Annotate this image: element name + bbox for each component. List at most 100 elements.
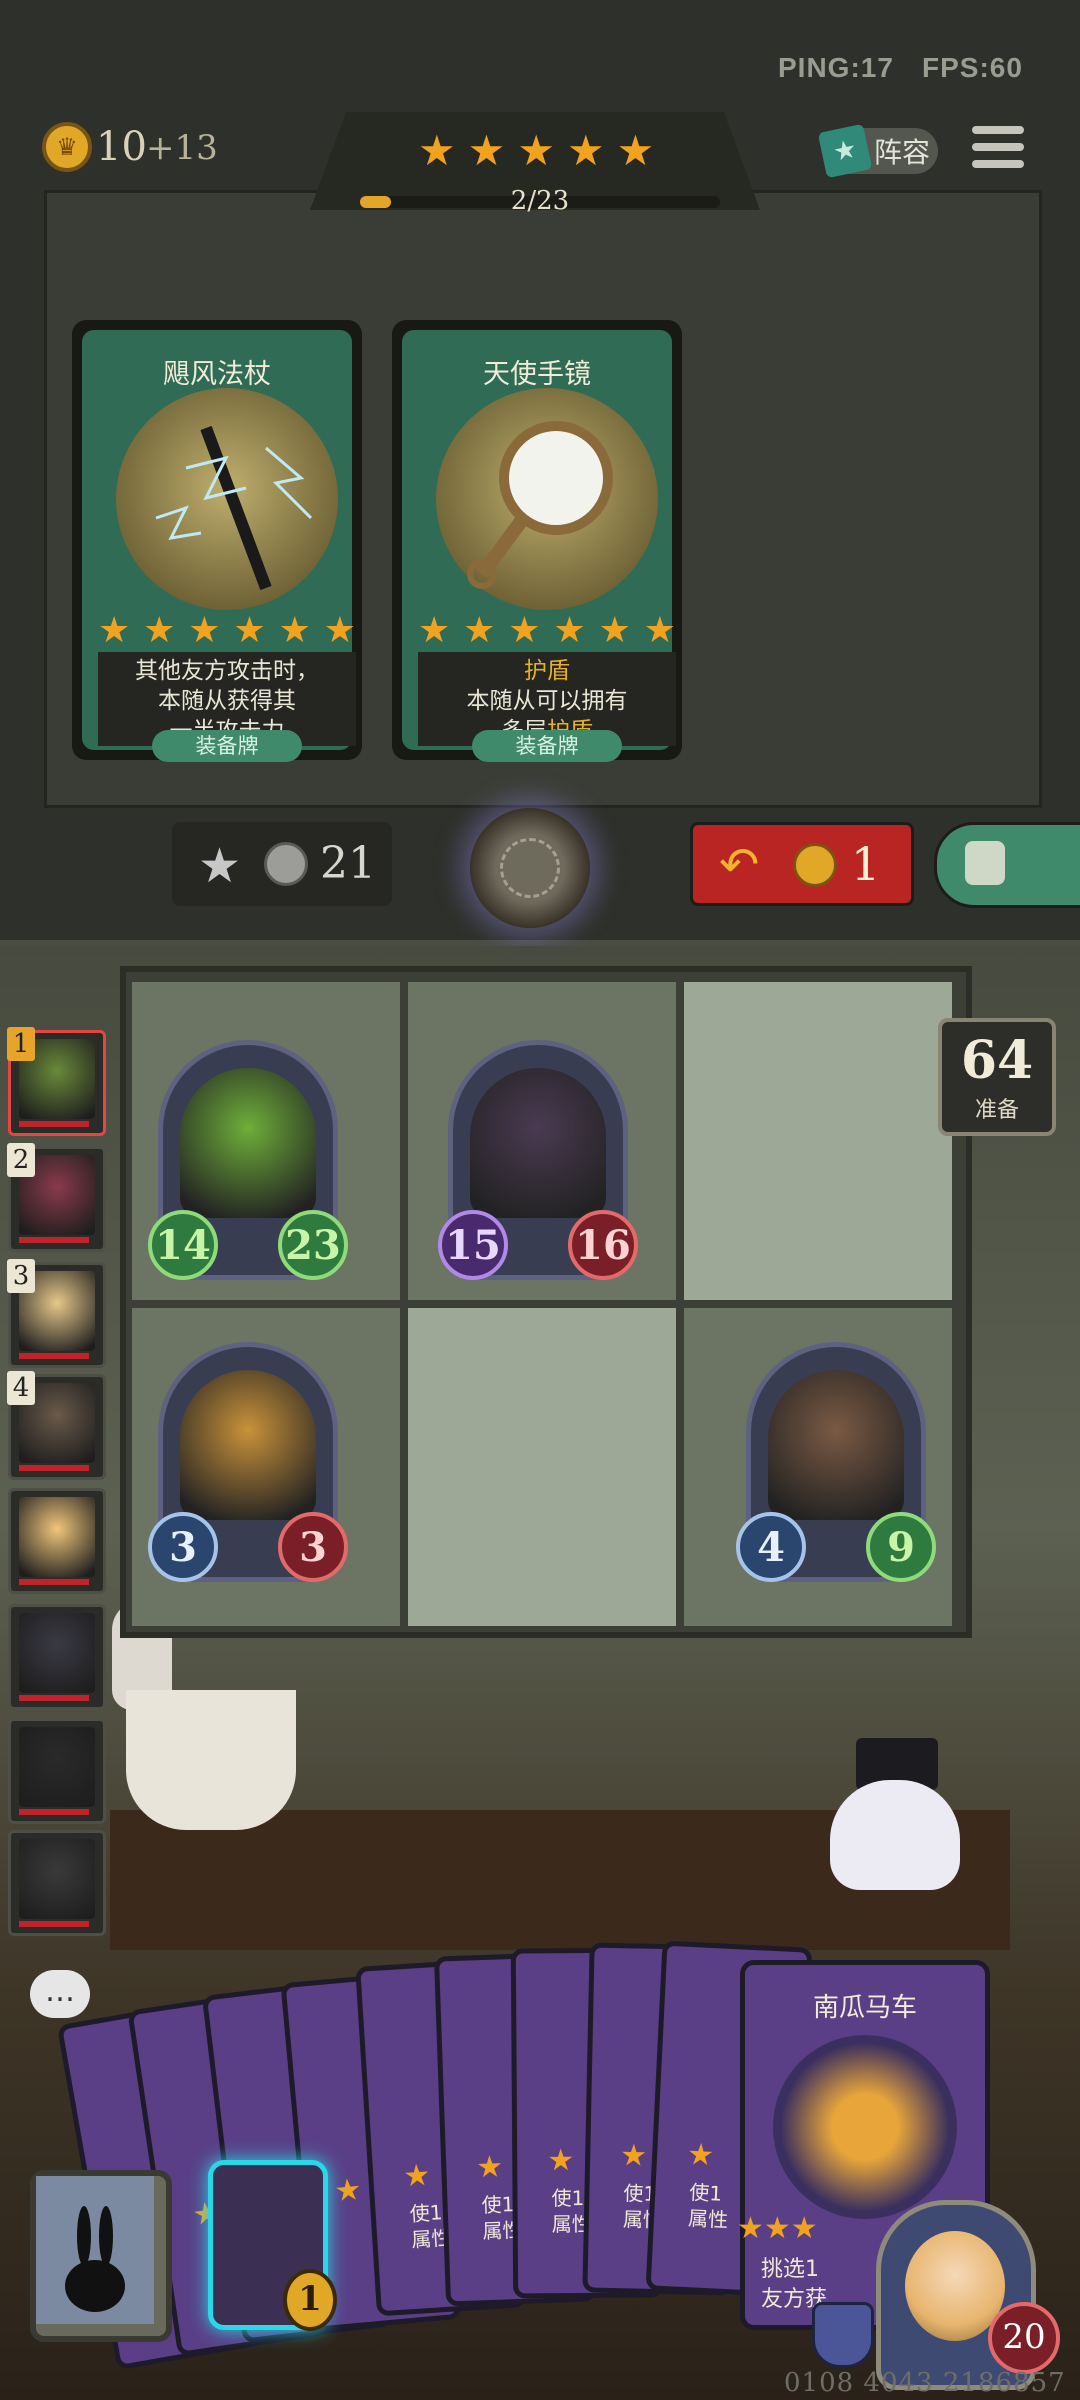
- fps-readout: FPS:60: [922, 52, 1023, 83]
- lineup-health-bar: [19, 1353, 89, 1359]
- health-value: 3: [278, 1512, 348, 1582]
- ready-label: 准备: [974, 1098, 1019, 1123]
- menu-button[interactable]: [972, 126, 1024, 176]
- card-title: 天使手镜: [483, 359, 591, 390]
- lineup-portrait: [19, 1727, 95, 1807]
- card-star-icon: ★: [332, 2172, 363, 2210]
- teacup-decoration: [126, 1690, 296, 1830]
- refresh-arrow-icon: ↶: [719, 837, 760, 893]
- lineup-slot[interactable]: [8, 1718, 106, 1824]
- desc-line: 其他友方攻击时，: [135, 658, 319, 684]
- lineup-slot[interactable]: 3: [7, 1259, 106, 1368]
- lineup-slot[interactable]: [8, 1604, 106, 1710]
- ping-readout: PING:17: [778, 52, 894, 83]
- tier-star-icon: ★: [517, 126, 555, 175]
- lineup-health-bar: [19, 1465, 89, 1471]
- minion-mohawk-warrior[interactable]: 4 9: [736, 1342, 936, 1582]
- lineup-card-icon: ★: [817, 123, 873, 179]
- hamburger-icon: [972, 126, 1024, 134]
- tier-progress-fill: [360, 196, 392, 208]
- shop-card-2[interactable]: 天使手镜 ★★★★★★ 护盾 本随从可以拥有 多层护盾 装备牌: [392, 320, 682, 762]
- refresh-cost: 1: [851, 837, 881, 891]
- refresh-shop-button[interactable]: ↶ 1: [690, 822, 914, 906]
- upgrade-tier-button[interactable]: ★ 21: [172, 822, 392, 906]
- card-star-icon: ★: [98, 610, 131, 651]
- health-value: 9: [866, 1512, 936, 1582]
- tier-star-icon: ★: [566, 126, 605, 175]
- lineup-slot[interactable]: [8, 1488, 106, 1594]
- attack-value: 14: [148, 1210, 218, 1280]
- board-cell[interactable]: [408, 1308, 676, 1626]
- tier-star-icon: ★: [418, 126, 456, 175]
- unlock-icon: [965, 841, 1005, 885]
- hand-mirror-icon: [436, 388, 658, 610]
- minion-demon-skull[interactable]: 15 16: [438, 1040, 638, 1280]
- silver-coin-icon: [264, 842, 308, 886]
- lineup-portrait: [19, 1613, 95, 1693]
- lineup-slot[interactable]: 1: [7, 1027, 106, 1136]
- card-text: 使1 属性: [687, 2180, 729, 2233]
- lock-shop-button[interactable]: [934, 822, 1080, 908]
- card-star-icon: ★: [402, 2157, 432, 2195]
- hamburger-line: [972, 160, 1024, 168]
- health-value: 16: [568, 1210, 638, 1280]
- desc-line: 本随从获得其: [158, 688, 296, 714]
- upgrade-cost: 21: [320, 838, 376, 889]
- pocket-watch-icon[interactable]: [470, 808, 590, 928]
- lineup-health-bar: [19, 1579, 89, 1585]
- lineup-portrait: [19, 1839, 95, 1919]
- minion-leaf-girl[interactable]: 14 23: [148, 1040, 348, 1280]
- lineup-health-bar: [19, 1695, 89, 1701]
- card-star-icon: ★: [643, 610, 676, 651]
- card-star-icon: ★: [418, 610, 451, 651]
- attack-value: 4: [736, 1512, 806, 1582]
- lineup-slot[interactable]: 2: [7, 1143, 106, 1252]
- health-value: 23: [278, 1210, 348, 1280]
- card-star-icon: ★: [553, 610, 586, 651]
- card-type-tag: 装备牌: [152, 730, 302, 762]
- keyword-shield: 护盾: [524, 658, 570, 684]
- card-frame: 天使手镜 ★★★★★★ 护盾 本随从可以拥有 多层护盾 装备牌: [402, 330, 676, 762]
- shop-card-1[interactable]: 飓风法杖 ★★★★★★ 其他友方攻击时， 本随从获得其 一半攻击力 装备牌: [72, 320, 362, 762]
- tier-star-icon: ★: [467, 126, 506, 175]
- card-star-icon: ★: [188, 610, 221, 651]
- lineup-rank: 2: [7, 1143, 35, 1177]
- lineup-health-bar: [19, 1237, 89, 1243]
- card-star-icon: ★: [278, 610, 311, 651]
- selected-hand-card[interactable]: 1: [208, 2160, 337, 2331]
- card-stars: ★★★: [737, 2211, 818, 2246]
- lineup-rank: 1: [7, 1027, 35, 1061]
- card-title: 南瓜马车: [812, 1993, 917, 2023]
- attack-value: 15: [438, 1210, 508, 1280]
- lineup-slot[interactable]: [8, 1830, 106, 1936]
- shield-icon: [812, 2302, 874, 2368]
- lineup-slot[interactable]: 4: [7, 1371, 106, 1480]
- build-id: 0108 4043 2186857: [784, 2368, 1066, 2398]
- card-star-icon: ★: [475, 2149, 504, 2186]
- lineup-rank: 3: [7, 1259, 35, 1293]
- card-star-icon: ★: [619, 2138, 648, 2174]
- card-star-icon: ★: [463, 610, 496, 651]
- lightning-staff-icon: [116, 388, 338, 610]
- pumpkin-carriage-icon: [773, 2035, 957, 2219]
- minion-golden-paladin[interactable]: 3 3: [148, 1342, 348, 1582]
- tier-star-icon: ★: [616, 126, 655, 175]
- deck-button[interactable]: [30, 2170, 172, 2342]
- gold-coin-icon: ♛: [42, 122, 92, 172]
- tavern-tier-stars: ★ ★ ★ ★ ★: [418, 130, 654, 172]
- desc-line: 本随从可以拥有: [466, 688, 628, 714]
- tier-progress-text: 2/23: [510, 186, 570, 216]
- ready-counter: 64 准备: [938, 1018, 1056, 1136]
- lineup-health-bar: [19, 1809, 89, 1815]
- card-star-icon: ★: [508, 610, 541, 651]
- minion-portrait: [470, 1068, 606, 1218]
- card-star-icon: ★: [233, 610, 266, 651]
- lineup-button[interactable]: ★ 阵容: [817, 123, 938, 179]
- chat-bubble-icon[interactable]: …: [30, 1970, 90, 2018]
- board-cell[interactable]: [684, 982, 952, 1300]
- hero-health: 20: [988, 2302, 1060, 2374]
- gold-amount: 10: [96, 124, 147, 170]
- lineup-rank: 4: [7, 1371, 35, 1405]
- card-star-icon: ★: [323, 610, 356, 651]
- card-title: 飓风法杖: [163, 359, 271, 390]
